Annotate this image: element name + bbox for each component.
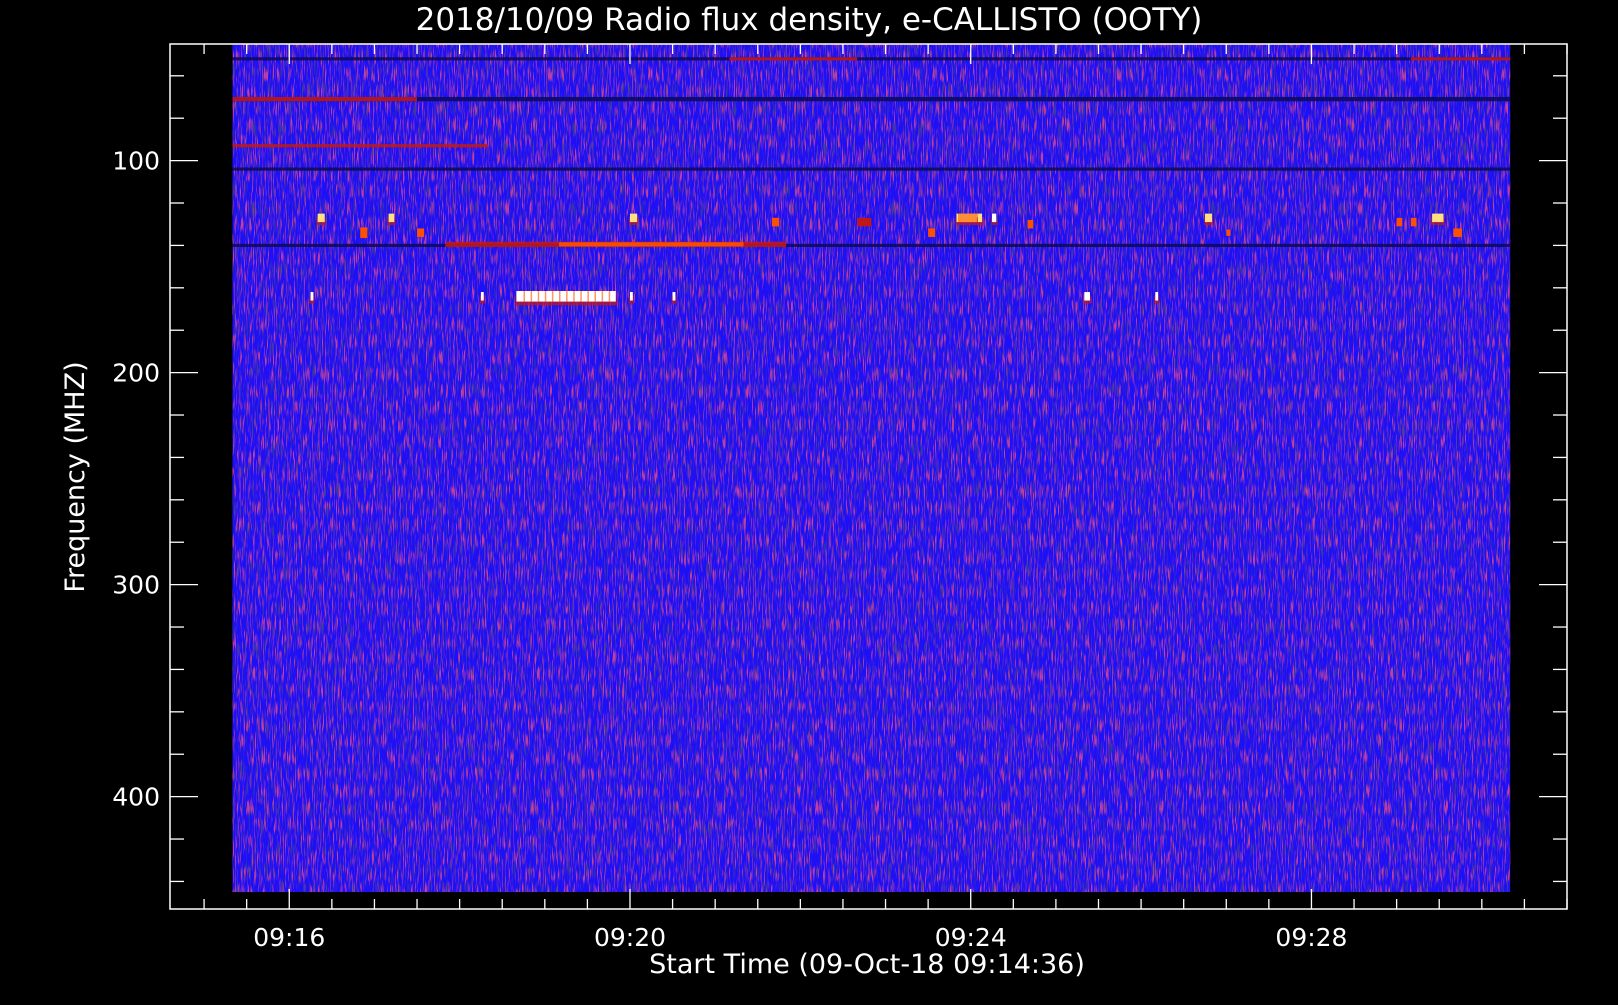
chart-title: 2018/10/09 Radio flux density, e-CALLIST…	[416, 2, 1203, 38]
y-tick-label: 400	[112, 783, 160, 812]
heatmap-image	[232, 44, 1511, 893]
heatmap-noise-dark	[232, 44, 1511, 893]
heatmap-band	[1410, 57, 1511, 61]
heatmap-burst-stripe	[964, 213, 966, 223]
heatmap-burst-stripe	[587, 290, 589, 302]
heatmap-burst-stripe	[970, 213, 972, 223]
heatmap-burst-stripe	[958, 213, 960, 223]
heatmap-burst	[1396, 217, 1403, 227]
heatmap-burst	[857, 217, 872, 227]
heatmap-burst	[977, 213, 983, 223]
heatmap-burst	[480, 292, 484, 301]
x-tick-label: 09:28	[1275, 923, 1347, 952]
heatmap-burst-stripe	[523, 290, 526, 302]
heatmap-burst-stripe	[608, 290, 611, 302]
heatmap-band	[232, 97, 1511, 102]
heatmap-burst-stripe	[530, 290, 533, 302]
x-tick-label: 09:20	[594, 923, 666, 952]
heatmap-band	[232, 97, 418, 102]
heatmap-burst-stripe	[551, 290, 554, 302]
heatmap-burst	[1226, 229, 1231, 236]
heatmap-burst	[1155, 292, 1159, 301]
heatmap-band	[232, 144, 489, 148]
heatmap-burst	[1027, 219, 1034, 229]
heatmap-burst-stripe	[971, 213, 974, 223]
heatmap-burst	[771, 217, 780, 227]
heatmap-burst	[1410, 217, 1417, 227]
chart-canvas: 2018/10/09 Radio flux density, e-CALLIST…	[60, 2, 1568, 980]
heatmap-burst-stripe	[974, 213, 977, 223]
heatmap-burst	[1453, 228, 1462, 237]
heatmap-burst	[992, 213, 997, 223]
heatmap-burst	[629, 292, 633, 301]
heatmap-burst-stripe	[965, 213, 968, 223]
y-tick-label: 200	[112, 359, 160, 388]
heatmap-burst-stripe	[537, 290, 540, 302]
heatmap-burst-stripe	[544, 290, 547, 302]
y-axis-label: Frequency (MHZ)	[60, 361, 91, 592]
heatmap-band	[232, 243, 1511, 247]
heatmap-burst-stripe	[967, 213, 969, 223]
heatmap-burst	[1084, 292, 1090, 301]
heatmap-burst	[388, 213, 395, 223]
heatmap-burst-stripe	[601, 290, 604, 302]
x-tick-label: 09:16	[253, 923, 325, 952]
heatmap-band	[232, 57, 1511, 61]
x-axis-label: Start Time (09-Oct-18 09:14:36)	[649, 949, 1085, 980]
heatmap-burst	[1432, 213, 1444, 223]
heatmap-burst-stripe	[961, 213, 963, 223]
heatmap-burst-stripe	[573, 290, 575, 302]
y-tick-label: 300	[112, 571, 160, 600]
heatmap-burst	[310, 292, 314, 301]
heatmap-burst-stripe	[968, 213, 971, 223]
heatmap-burst	[417, 228, 425, 237]
heatmap-burst	[360, 227, 368, 238]
heatmap-burst	[928, 228, 936, 237]
heatmap-band	[232, 167, 1511, 171]
heatmap-burst	[1204, 213, 1213, 223]
heatmap-burst	[317, 213, 325, 223]
heatmap-burst-stripe	[959, 213, 962, 223]
spectrogram-chart: 2018/10/09 Radio flux density, e-CALLIST…	[0, 0, 1618, 1000]
y-tick-label: 100	[112, 147, 160, 176]
x-tick-label: 09:24	[935, 923, 1007, 952]
heatmap-band	[559, 242, 744, 247]
heatmap-band	[729, 57, 858, 61]
heatmap-burst-stripe	[962, 213, 965, 223]
heatmap-burst	[629, 213, 638, 223]
heatmap-burst-stripe	[580, 290, 582, 302]
heatmap-burst-stripe	[973, 213, 975, 223]
heatmap-burst-stripe	[594, 290, 596, 302]
heatmap-burst-stripe	[559, 290, 561, 302]
heatmap-burst	[672, 292, 676, 301]
heatmap-burst-stripe	[566, 290, 568, 302]
